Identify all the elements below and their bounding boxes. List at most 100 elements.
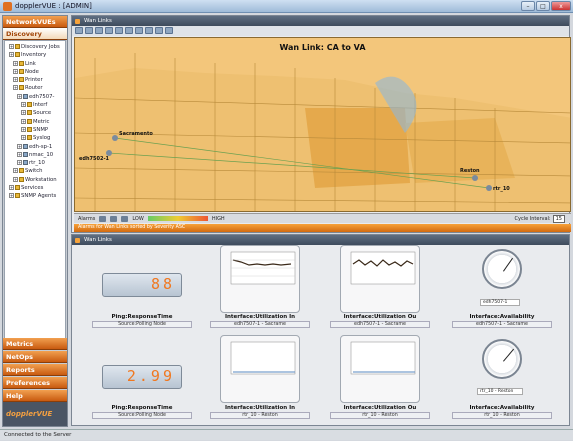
maximize-button[interactable]: □ <box>536 1 550 11</box>
util-in-source[interactable]: edh7507-1 - Sacrame <box>210 321 310 328</box>
link-icon[interactable] <box>125 27 133 34</box>
sidebar-header-networkvues[interactable]: NetworkVUEs <box>3 16 67 28</box>
tree-node-label: SNMP Agents <box>21 193 57 200</box>
sidebar-nav-preferences[interactable]: Preferences <box>3 377 67 389</box>
expand-toggle-icon[interactable]: + <box>13 85 18 91</box>
tree-node[interactable]: + edh-sp-1 <box>5 143 65 151</box>
gauge-needle-2 <box>503 348 515 362</box>
tree-node[interactable]: + Interf <box>5 101 65 109</box>
fit-icon[interactable] <box>95 27 103 34</box>
util-out-chart-1[interactable] <box>340 245 420 313</box>
ping-caption: Ping:ResponseTime <box>111 314 173 320</box>
tree-node[interactable]: + Router <box>5 84 65 92</box>
severity-scale[interactable] <box>147 216 208 221</box>
tree-node[interactable]: + Node <box>5 68 65 76</box>
tree-node-label: Switch <box>25 168 43 175</box>
sidebar-nav-help[interactable]: Help <box>3 390 67 402</box>
expand-toggle-icon[interactable]: + <box>21 102 26 108</box>
play-button[interactable] <box>110 215 118 222</box>
zoom-in-icon[interactable] <box>75 27 83 34</box>
tree-node[interactable]: + Services <box>5 184 65 192</box>
node-label-edh7502[interactable]: edh7502-1 <box>79 156 109 162</box>
dashboard-pane-header: Wan Links <box>72 235 569 245</box>
alarms-label: Alarms <box>78 215 96 222</box>
pan-icon[interactable] <box>105 27 113 34</box>
expand-toggle-icon[interactable]: + <box>9 44 14 49</box>
city-label-sacramento[interactable]: Sacramento <box>119 131 153 137</box>
util-in-caption: Interface:Utilization In <box>224 314 296 320</box>
tree-node[interactable]: + SNMP Agents <box>5 192 65 200</box>
availability-source[interactable]: edh7507-1 - Sacrame <box>452 321 552 328</box>
minimize-button[interactable]: – <box>521 1 535 11</box>
cycle-interval-input[interactable]: 15 <box>552 214 565 223</box>
availability-gauge-2[interactable] <box>482 339 522 379</box>
util-out-chart-2[interactable] <box>340 335 420 403</box>
availability-caption: Interface:Availability <box>469 314 535 320</box>
tree-node[interactable]: + Syslog <box>5 134 65 142</box>
rewind-button[interactable] <box>99 215 107 222</box>
tree-node[interactable]: + Workstation <box>5 176 65 184</box>
util-out-source[interactable]: edh7507-1 - Sacrame <box>330 321 430 328</box>
expand-toggle-icon[interactable]: + <box>13 176 18 182</box>
tree-node[interactable]: + Source <box>5 109 65 117</box>
tree-node-label: Workstation <box>25 176 57 183</box>
tree-node[interactable]: + rtr_10 <box>5 159 65 167</box>
util-out-source-2[interactable]: rtr_10 - Reston <box>330 412 430 419</box>
pane-icon <box>75 238 80 243</box>
close-button[interactable]: x <box>551 1 571 11</box>
map-pane-title: Wan Links <box>84 18 112 24</box>
tree-node[interactable]: + SNMP <box>5 126 65 134</box>
expand-toggle-icon[interactable]: + <box>9 52 14 58</box>
util-in-chart-2[interactable] <box>220 335 300 403</box>
expand-toggle-icon[interactable]: + <box>17 151 22 157</box>
print-icon[interactable] <box>155 27 163 34</box>
availability-source-2[interactable]: rtr_10 - Reston <box>452 412 552 419</box>
expand-toggle-icon[interactable]: + <box>13 60 18 66</box>
refresh-icon[interactable] <box>145 27 153 34</box>
ping-source-2[interactable]: Source:Polling Node <box>92 412 192 419</box>
select-icon[interactable] <box>115 27 123 34</box>
util-in-chart-1[interactable] <box>220 245 300 313</box>
sidebar-nav-reports[interactable]: Reports <box>3 364 67 376</box>
router-icon <box>23 151 28 157</box>
expand-toggle-icon[interactable]: + <box>13 68 18 74</box>
tree-node-label: SNMP <box>33 126 49 133</box>
tree-node[interactable]: + edh7507- <box>5 93 65 101</box>
expand-toggle-icon[interactable]: + <box>17 160 22 166</box>
forward-button[interactable] <box>121 215 129 222</box>
expand-toggle-icon[interactable]: + <box>13 168 18 174</box>
expand-toggle-icon[interactable]: + <box>9 185 14 191</box>
expand-toggle-icon[interactable]: + <box>17 143 22 149</box>
tree-node[interactable]: + nmac_10 <box>5 151 65 159</box>
tree-node[interactable]: + Inventory <box>5 51 65 59</box>
alarm-list-header[interactable]: Alarms for Wan Links sorted by Severity … <box>74 224 571 232</box>
window-title: dopplerVUE : [ADMIN] <box>15 2 92 10</box>
pane-icon <box>75 19 80 24</box>
ping-source[interactable]: Source:Polling Node <box>92 321 192 328</box>
node-label-rtr10[interactable]: rtr_10 <box>493 186 510 192</box>
inventory-tree[interactable]: + Discovery Jobs + Inventory + Link + Node + Prin… <box>4 40 66 340</box>
expand-toggle-icon[interactable]: + <box>17 93 22 99</box>
grid-icon[interactable] <box>135 27 143 34</box>
tree-node[interactable]: + Link <box>5 60 65 68</box>
us-map[interactable]: Wan Link: CA to VA Sacramento edh7502-1 … <box>74 37 571 212</box>
sidebar-tab-discovery[interactable]: Discovery <box>3 28 67 40</box>
availability-gauge-1[interactable] <box>482 249 522 289</box>
util-in-source-2[interactable]: rtr_10 - Reston <box>210 412 310 419</box>
zoom-out-icon[interactable] <box>85 27 93 34</box>
sidebar-nav-metrics[interactable]: Metrics <box>3 338 67 350</box>
expand-toggle-icon[interactable]: + <box>21 135 26 141</box>
tree-node[interactable]: + Switch <box>5 167 65 175</box>
tree-node[interactable]: + Metric <box>5 118 65 126</box>
tree-node[interactable]: + Discovery Jobs <box>5 43 65 51</box>
expand-toggle-icon[interactable]: + <box>21 118 26 124</box>
city-label-reston[interactable]: Reston <box>460 168 480 174</box>
save-icon[interactable] <box>165 27 173 34</box>
expand-toggle-icon[interactable]: + <box>13 77 18 83</box>
expand-toggle-icon[interactable]: + <box>9 193 14 199</box>
expand-toggle-icon[interactable]: + <box>21 126 26 132</box>
tree-node[interactable]: + Printer <box>5 76 65 84</box>
sidebar-nav-netops[interactable]: NetOps <box>3 351 67 363</box>
expand-toggle-icon[interactable]: + <box>21 110 26 116</box>
folder-icon <box>15 52 20 58</box>
